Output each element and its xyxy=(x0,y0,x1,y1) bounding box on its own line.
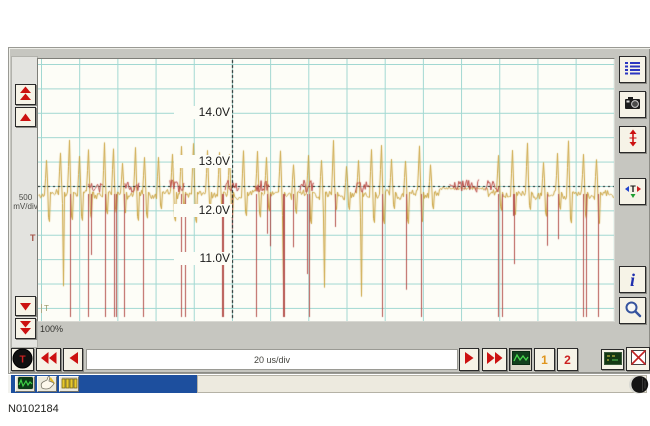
taskbar-tray xyxy=(197,375,647,393)
waveform-canvas xyxy=(38,59,614,321)
timebase-readout: 20 us/div xyxy=(86,349,458,370)
close-x-icon xyxy=(629,348,648,370)
vertical-cursor-button[interactable] xyxy=(619,126,646,153)
datalogger-button[interactable] xyxy=(601,349,624,370)
info-icon: i xyxy=(630,271,635,289)
waveform-channel-button[interactable] xyxy=(509,348,532,371)
scroll-page-down-button[interactable] xyxy=(15,318,36,339)
voltage-label: 14.0V xyxy=(174,106,232,119)
figure-caption: N0102184 xyxy=(8,403,59,415)
voltage-label: 13.0V xyxy=(174,155,232,168)
scale-unit: mV/div xyxy=(12,202,39,211)
pointer-tool-button[interactable] xyxy=(37,376,57,392)
double-right-arrow-icon xyxy=(486,351,504,368)
trigger-cursor-icon: T xyxy=(624,181,642,202)
info-button[interactable]: i xyxy=(619,266,646,293)
hand-pen-icon xyxy=(39,375,56,393)
channel-2-button[interactable]: 2 xyxy=(557,348,578,371)
voltage-label: 12.0V xyxy=(174,204,232,217)
scale-value: 500 xyxy=(12,193,39,202)
zoom-tool-button[interactable] xyxy=(619,297,646,324)
scroll-up-button[interactable] xyxy=(15,107,36,127)
scope-app-button[interactable] xyxy=(15,376,35,392)
vertical-scroll-strip: 500 mV/div xyxy=(11,56,38,348)
waveform-plot-area: 14.0V 13.0V 12.0V 11.0V T xyxy=(37,58,615,322)
down-arrow-icon xyxy=(19,299,32,314)
double-left-arrow-icon xyxy=(40,351,58,368)
camera-icon xyxy=(624,96,642,113)
channel-1-button[interactable]: 1 xyxy=(534,348,555,371)
double-down-arrow-icon xyxy=(19,320,32,338)
close-button[interactable] xyxy=(626,347,650,371)
up-arrow-icon xyxy=(19,110,32,125)
right-arrow-icon xyxy=(464,351,475,368)
fast-forward-button[interactable] xyxy=(482,348,507,371)
trigger-circle-icon: T xyxy=(12,348,33,372)
snapshot-button[interactable] xyxy=(619,91,646,118)
double-up-arrow-icon xyxy=(19,86,32,104)
play-button[interactable] xyxy=(459,348,479,371)
oscilloscope-icon xyxy=(17,376,34,393)
battery-tool-button[interactable] xyxy=(59,376,79,392)
waveform-icon xyxy=(512,351,530,368)
screen: 500 mV/div T 14.0V 13.0V 12.0V 11.0V T xyxy=(0,0,650,426)
vertical-cursor-icon xyxy=(626,129,640,150)
zoom-percent-label: 100% xyxy=(40,324,63,334)
scroll-page-up-button[interactable] xyxy=(15,84,36,105)
datalogger-icon xyxy=(604,352,622,368)
trigger-cursor-button[interactable]: T xyxy=(619,178,646,205)
list-icon xyxy=(624,60,641,79)
battery-icon xyxy=(60,376,79,393)
trigger-mode-button[interactable]: T xyxy=(11,348,34,371)
channel-1-label: 1 xyxy=(541,353,548,367)
scope-panel: 500 mV/div T 14.0V 13.0V 12.0V 11.0V T xyxy=(8,47,650,374)
channel-2-label: 2 xyxy=(564,353,571,367)
left-arrow-icon xyxy=(68,351,79,368)
rewind-button[interactable] xyxy=(36,348,61,371)
bottom-trigger-marker: T xyxy=(41,304,49,313)
trigger-level-marker[interactable]: T xyxy=(30,233,36,243)
menu-list-button[interactable] xyxy=(619,56,646,83)
contrast-knob[interactable] xyxy=(628,374,649,395)
vertical-scale-label: 500 mV/div xyxy=(12,193,39,211)
step-back-button[interactable] xyxy=(63,348,83,371)
contrast-knob-icon xyxy=(628,383,649,398)
scroll-down-button[interactable] xyxy=(15,296,36,316)
magnifier-icon xyxy=(624,300,642,321)
taskbar xyxy=(8,375,199,393)
svg-text:T: T xyxy=(630,184,636,194)
voltage-label: 11.0V xyxy=(174,252,232,265)
svg-text:T: T xyxy=(19,354,25,365)
